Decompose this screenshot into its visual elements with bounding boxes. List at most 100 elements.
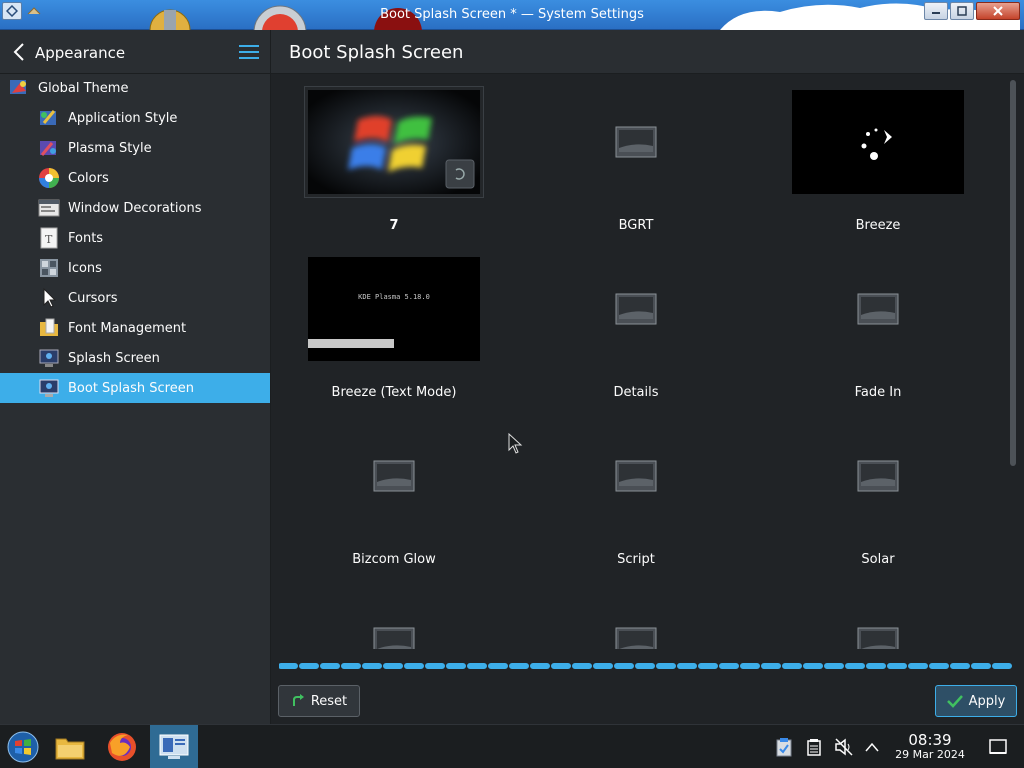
sidebar-item-label: Colors xyxy=(68,170,109,186)
theme-tile-breeze-text-mode[interactable]: KDE Plasma 5.18.0 Breeze (Text Mode) xyxy=(304,253,484,403)
show-desktop-icon xyxy=(989,739,1007,754)
application-style-icon xyxy=(38,107,60,129)
theme-preview xyxy=(304,86,484,198)
sidebar-item-label: Splash Screen xyxy=(68,350,160,366)
sidebar-item-font-management[interactable]: Font Management xyxy=(0,313,270,343)
theme-tile-bgrt[interactable]: BGRT xyxy=(546,86,726,236)
theme-grid: 7 BGRT Breeze KDE Plasma 5.18.0 Breeze (… xyxy=(271,74,1006,649)
theme-tile-bizcom-glow[interactable]: Bizcom Glow xyxy=(304,420,484,570)
sidebar-item-cursors[interactable]: Cursors xyxy=(0,283,270,313)
sidebar-item-fonts[interactable]: T Fonts xyxy=(0,223,270,253)
sidebar-item-label: Fonts xyxy=(68,230,104,246)
theme-label: Bizcom Glow xyxy=(352,552,436,567)
theme-label: Breeze xyxy=(855,218,901,233)
reset-arrow-icon xyxy=(292,694,304,706)
sidebar-item-colors[interactable]: Colors xyxy=(0,163,270,193)
title-bar: Boot Splash Screen * — System Settings xyxy=(0,0,1024,30)
theme-tile-solar[interactable]: Solar xyxy=(788,420,968,570)
sidebar-item-icons[interactable]: Icons xyxy=(0,253,270,283)
clock-date[interactable]: 29 Mar 2024 xyxy=(886,748,974,761)
start-orb-icon xyxy=(7,731,39,763)
taskbar-system-settings[interactable] xyxy=(150,725,198,768)
theme-label: Script xyxy=(617,552,655,567)
tray-notes[interactable] xyxy=(804,737,824,757)
page-title: Boot Splash Screen xyxy=(289,42,464,63)
reset-button[interactable]: Reset xyxy=(278,685,360,717)
theme-preview xyxy=(788,420,968,532)
system-settings-icon xyxy=(159,734,189,759)
sidebar-item-label: Application Style xyxy=(68,110,178,126)
taskbar xyxy=(0,724,1024,768)
progress-bar-preview xyxy=(308,339,394,348)
theme-label: 7 xyxy=(389,218,399,233)
sidebar-item-window-decorations[interactable]: Window Decorations xyxy=(0,193,270,223)
theme-preview: KDE Plasma 5.18.0 xyxy=(304,253,484,365)
tray-expand[interactable] xyxy=(862,737,882,757)
maximize-button[interactable] xyxy=(950,2,974,20)
close-icon xyxy=(993,6,1003,16)
windows-logo-preview-icon xyxy=(308,90,480,194)
chevron-up-icon xyxy=(865,742,879,752)
sidebar-header: Appearance xyxy=(0,30,270,74)
theme-tile-breeze[interactable]: Breeze xyxy=(788,86,968,236)
taskbar-file-manager[interactable] xyxy=(47,725,93,768)
sidebar-item-label: Cursors xyxy=(68,290,118,306)
image-placeholder-icon xyxy=(615,627,657,649)
close-button[interactable] xyxy=(976,2,1020,20)
tray-volume[interactable] xyxy=(834,737,854,757)
theme-label: Breeze (Text Mode) xyxy=(331,385,457,400)
boot-splash-screen-icon xyxy=(38,377,60,399)
scrollbar-thumb[interactable] xyxy=(1010,80,1016,466)
theme-preview xyxy=(546,253,726,365)
volume-muted-icon xyxy=(835,738,853,756)
global-theme-icon xyxy=(8,77,30,99)
show-desktop-button[interactable] xyxy=(988,737,1008,757)
theme-label: Solar xyxy=(861,552,895,567)
back-arrow-icon[interactable] xyxy=(12,42,26,62)
theme-preview xyxy=(546,587,726,649)
image-placeholder-icon xyxy=(857,460,899,492)
hamburger-menu-icon[interactable] xyxy=(238,44,260,60)
theme-tile-fade-in[interactable]: Fade In xyxy=(788,253,968,403)
sidebar-item-label: Window Decorations xyxy=(68,200,202,216)
svg-text:T: T xyxy=(45,233,53,246)
theme-tile-partial[interactable] xyxy=(546,587,726,649)
reset-label: Reset xyxy=(310,693,348,709)
clock-time[interactable]: 08:39 xyxy=(890,731,970,749)
preview-text: KDE Plasma 5.18.0 xyxy=(358,293,430,301)
sidebar-title: Appearance xyxy=(35,44,126,62)
sidebar-item-splash-screen[interactable]: Splash Screen xyxy=(0,343,270,373)
apply-button[interactable]: Apply xyxy=(935,685,1017,717)
sidebar-item-label: Font Management xyxy=(68,320,187,336)
font-management-icon xyxy=(38,317,60,339)
cursors-icon xyxy=(38,287,60,309)
sidebar-item-boot-splash-screen[interactable]: Boot Splash Screen xyxy=(0,373,270,403)
start-button[interactable] xyxy=(0,725,46,768)
sidebar-item-label: Plasma Style xyxy=(68,140,152,156)
minimize-button[interactable] xyxy=(924,2,948,20)
theme-preview xyxy=(304,420,484,532)
theme-tile-partial[interactable] xyxy=(788,587,968,649)
theme-label: Fade In xyxy=(854,385,902,400)
theme-tile-partial[interactable] xyxy=(304,587,484,649)
theme-tile-script[interactable]: Script xyxy=(546,420,726,570)
window-decorations-icon xyxy=(38,197,60,219)
sidebar-item-plasma-style[interactable]: Plasma Style xyxy=(0,133,270,163)
theme-label: BGRT xyxy=(618,218,654,233)
theme-tile-details[interactable]: Details xyxy=(546,253,726,403)
icons-icon xyxy=(38,257,60,279)
firefox-icon xyxy=(108,733,136,761)
window-title: Boot Splash Screen * — System Settings xyxy=(380,7,644,22)
sidebar-item-application-style[interactable]: Application Style xyxy=(0,103,270,133)
taskbar-firefox[interactable] xyxy=(99,725,145,768)
vertical-scrollbar[interactable] xyxy=(1008,78,1018,646)
clipboard-icon xyxy=(776,738,792,757)
file-manager-icon xyxy=(55,738,85,760)
sidebar-item-global-theme[interactable]: Global Theme xyxy=(0,73,270,103)
theme-preview xyxy=(546,420,726,532)
plasma-style-icon xyxy=(38,137,60,159)
tray-clipboard[interactable] xyxy=(774,737,794,757)
image-placeholder-icon xyxy=(615,460,657,492)
theme-tile-7[interactable]: 7 xyxy=(304,86,484,236)
apply-label: Apply xyxy=(968,693,1006,709)
